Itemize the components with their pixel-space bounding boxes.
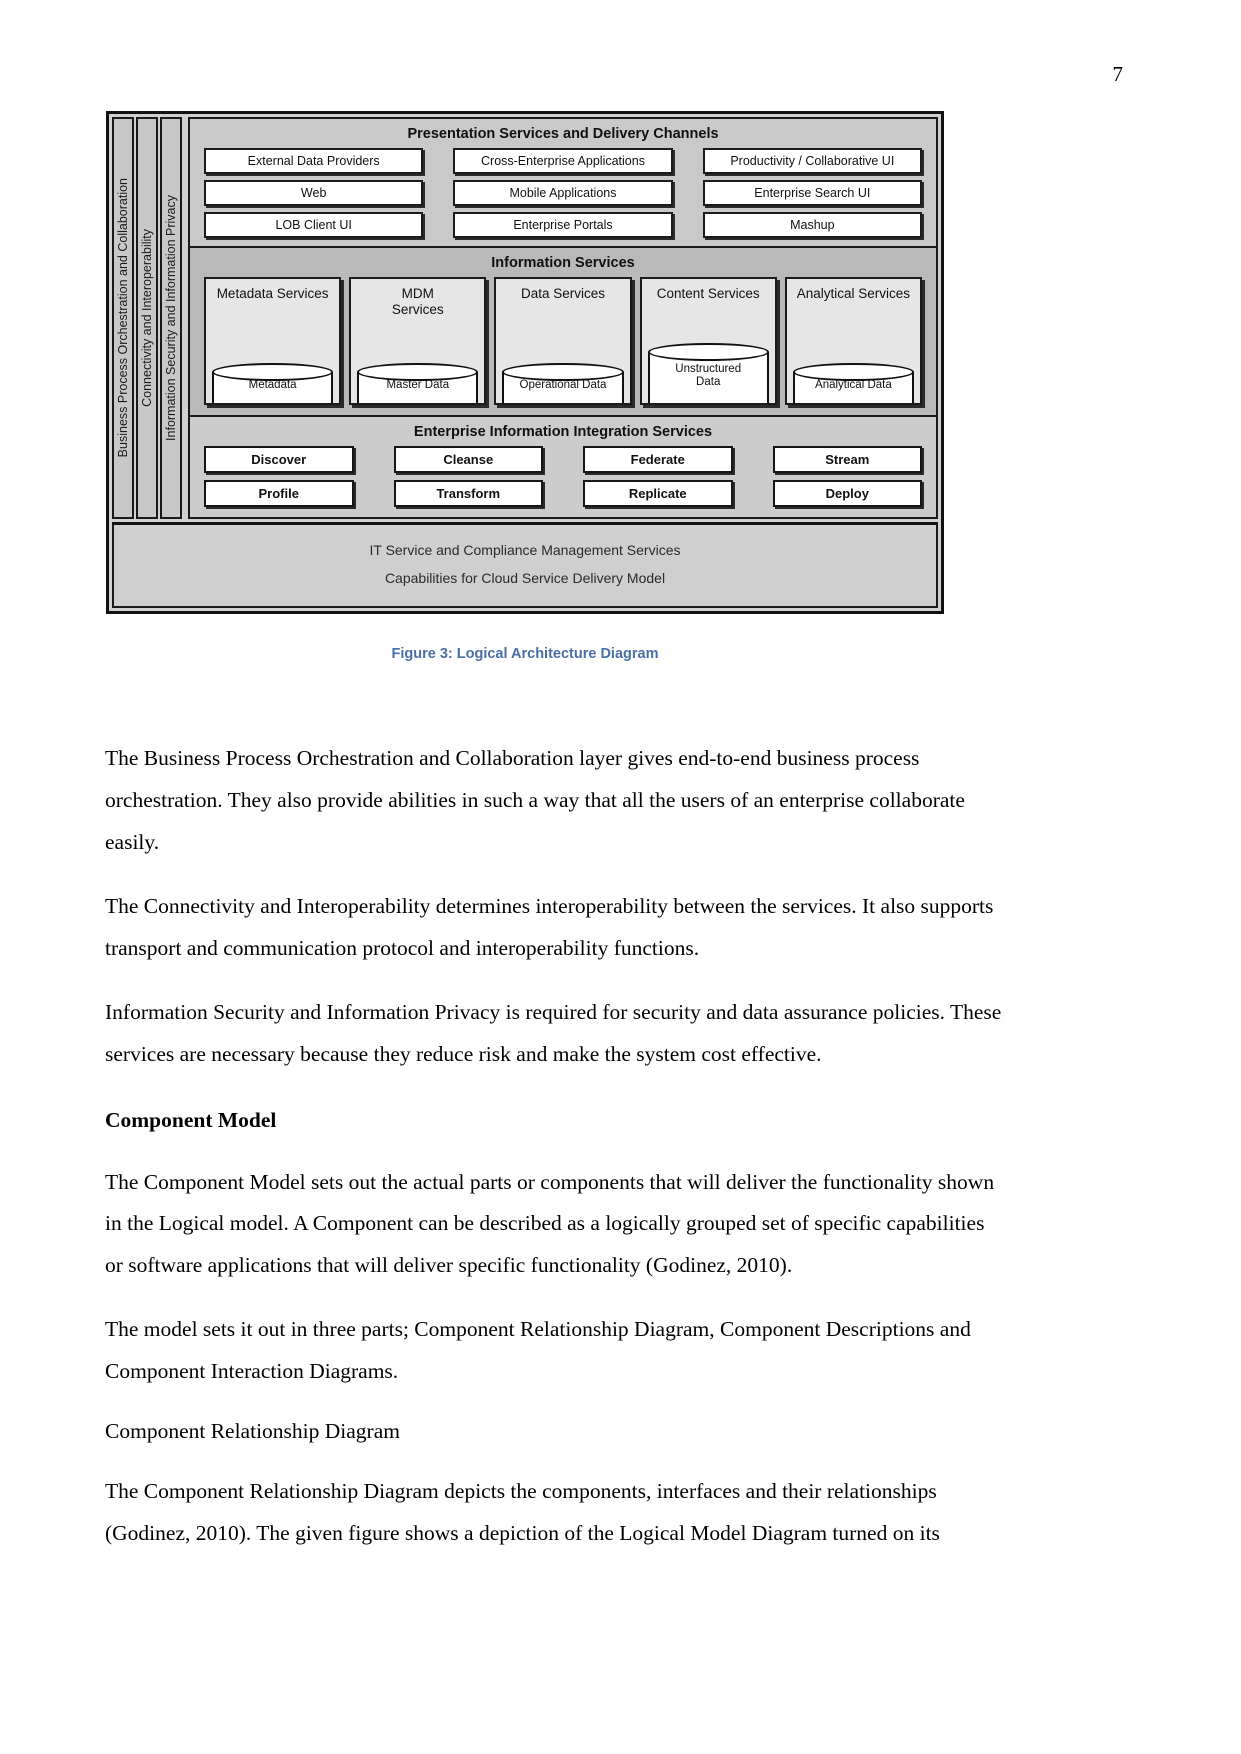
datastore-label: Analytical Data bbox=[815, 379, 892, 391]
presentation-item: Web bbox=[204, 180, 424, 206]
figure-logical-architecture: Business Process Orchestration and Colla… bbox=[106, 111, 944, 662]
paragraph-business-process: The Business Process Orchestration and C… bbox=[105, 746, 965, 854]
integration-item: Federate bbox=[583, 446, 733, 473]
figure-caption: Figure 3: Logical Architecture Diagram bbox=[391, 646, 659, 662]
presentation-item: Mashup bbox=[702, 212, 922, 238]
datastore-label: Metadata bbox=[248, 379, 297, 391]
presentation-item: LOB Client UI bbox=[204, 212, 424, 238]
integration-item: Transform bbox=[393, 480, 543, 507]
vertical-bar-label-0: Business Process Orchestration and Colla… bbox=[116, 178, 130, 458]
vertical-bar-connectivity: Connectivity and Interoperability bbox=[136, 117, 158, 519]
integration-item: Deploy bbox=[772, 480, 922, 507]
architecture-diagram: Business Process Orchestration and Colla… bbox=[106, 111, 944, 614]
database-cylinder-icon: Master Data bbox=[357, 363, 479, 403]
integration-item: Replicate bbox=[583, 480, 733, 507]
integration-item: Profile bbox=[204, 480, 354, 507]
presentation-item: External Data Providers bbox=[204, 148, 424, 174]
integration-item: Cleanse bbox=[393, 446, 543, 473]
band-it-service-compliance: IT Service and Compliance Management Ser… bbox=[112, 522, 938, 608]
paragraph-component-relationship-title: Component Relationship Diagram bbox=[105, 1419, 400, 1444]
presentation-item: Enterprise Portals bbox=[453, 212, 673, 238]
service-card-title: Data Services bbox=[520, 286, 606, 301]
presentation-item: Productivity / Collaborative UI bbox=[702, 148, 922, 174]
band-title-information-services: Information Services bbox=[491, 255, 635, 271]
datastore-label: Unstructured Data bbox=[675, 363, 742, 388]
vertical-bar-label-1: Connectivity and Interoperability bbox=[140, 229, 154, 407]
service-card-title: MDM Services bbox=[391, 286, 444, 317]
paragraph-component-relationship-desc: The Component Relationship Diagram depic… bbox=[105, 1479, 940, 1545]
band-presentation-services: Presentation Services and Delivery Chann… bbox=[188, 117, 938, 248]
band-integration-services: Enterprise Information Integration Servi… bbox=[188, 417, 938, 519]
integration-item: Discover bbox=[204, 446, 354, 473]
database-cylinder-icon: Operational Data bbox=[502, 363, 624, 403]
database-cylinder-icon: Analytical Data bbox=[792, 363, 914, 403]
presentation-items-grid: External Data Providers Cross-Enterprise… bbox=[190, 148, 936, 238]
service-card-analytical: Analytical Services Analytical Data bbox=[784, 277, 922, 405]
presentation-item: Cross-Enterprise Applications bbox=[453, 148, 673, 174]
integration-item: Stream bbox=[772, 446, 922, 473]
service-card-mdm: MDM Services Master Data bbox=[349, 277, 487, 405]
paragraph-security-privacy: Information Security and Information Pri… bbox=[105, 999, 1002, 1066]
band-information-services: Information Services Metadata Services M… bbox=[188, 248, 938, 417]
service-card-title: Content Services bbox=[656, 286, 760, 301]
band-title-integration: Enterprise Information Integration Servi… bbox=[413, 424, 713, 440]
vertical-layer-bars: Business Process Orchestration and Colla… bbox=[112, 117, 184, 519]
vertical-bar-business-process: Business Process Orchestration and Colla… bbox=[112, 117, 134, 519]
vertical-bar-label-2: Information Security and Information Pri… bbox=[164, 195, 178, 441]
service-card-data: Data Services Operational Data bbox=[494, 277, 632, 405]
document-body: The Business Process Orchestration and C… bbox=[105, 738, 1005, 1577]
service-card-title: Metadata Services bbox=[216, 286, 329, 301]
integration-items-grid: Discover Cleanse Federate Stream Profile… bbox=[190, 446, 936, 507]
presentation-item: Mobile Applications bbox=[453, 180, 673, 206]
datastore-label: Operational Data bbox=[519, 379, 607, 391]
footer-line-cloud-capabilities: Capabilities for Cloud Service Delivery … bbox=[384, 570, 666, 586]
heading-component-model: Component Model bbox=[105, 1108, 277, 1133]
information-service-cards: Metadata Services Metadata MDMServices bbox=[190, 277, 936, 405]
database-cylinder-icon: Unstructured Data bbox=[647, 343, 769, 403]
diagram-upper-region: Business Process Orchestration and Colla… bbox=[112, 117, 938, 519]
footer-line-it-service: IT Service and Compliance Management Ser… bbox=[369, 542, 681, 558]
diagram-band-stack: Presentation Services and Delivery Chann… bbox=[188, 117, 938, 519]
vertical-bar-security-privacy: Information Security and Information Pri… bbox=[160, 117, 182, 519]
page-number: 7 bbox=[1112, 62, 1124, 86]
presentation-item: Enterprise Search UI bbox=[702, 180, 922, 206]
paragraph-connectivity: The Connectivity and Interoperability de… bbox=[105, 893, 994, 960]
service-card-metadata: Metadata Services Metadata bbox=[204, 277, 342, 405]
cylinder-top bbox=[647, 343, 769, 361]
service-card-title: Analytical Services bbox=[796, 286, 911, 301]
paragraph-component-model-desc: The Component Model sets out the actual … bbox=[105, 1169, 995, 1278]
paragraph-three-parts: The model sets it out in three parts; Co… bbox=[105, 1317, 971, 1384]
datastore-label: Master Data bbox=[386, 379, 450, 391]
service-card-content: Content Services Unstructured Data bbox=[639, 277, 777, 405]
band-title-presentation: Presentation Services and Delivery Chann… bbox=[407, 126, 719, 142]
database-cylinder-icon: Metadata bbox=[212, 363, 334, 403]
